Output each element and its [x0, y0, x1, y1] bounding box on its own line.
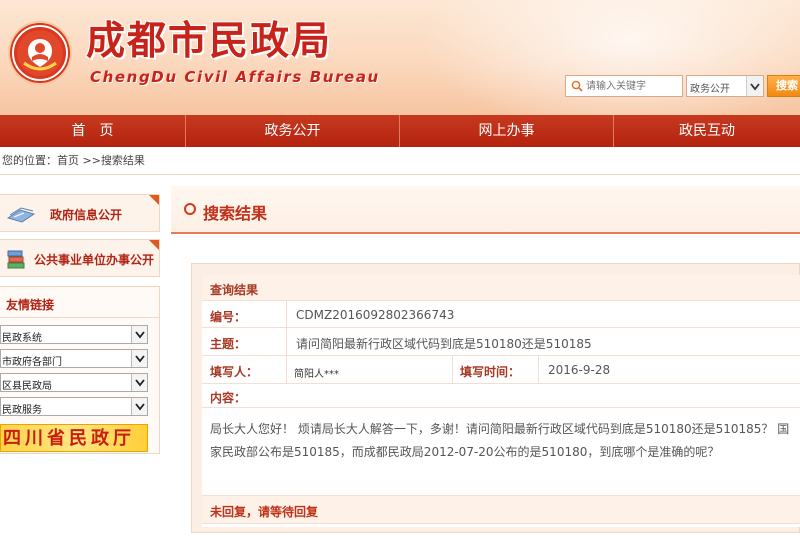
table-row: 编号： CDMZ2016092802366743 — [202, 301, 800, 328]
table-row: 填写人： 简阳人*** 填写时间： 2016-9-28 — [202, 356, 800, 384]
search-button[interactable]: 搜索 — [767, 75, 800, 97]
civil-affairs-emblem-icon — [10, 23, 70, 83]
breadcrumb-home-link[interactable]: 首页 — [57, 154, 79, 167]
nav-item-interaction[interactable]: 政民互动 — [614, 115, 800, 147]
nav-item-online-services[interactable]: 网上办事 — [400, 115, 613, 147]
friend-links-title: 友情链接 — [6, 298, 55, 312]
chevron-down-icon — [131, 326, 147, 343]
subject-label: 主题： — [210, 337, 247, 351]
time-label: 填写时间： — [460, 365, 521, 379]
column-divider — [286, 328, 287, 356]
select-value: 市政府各部门 — [2, 357, 62, 368]
sidebar-item-label: 公共事业单位办事公开 — [34, 253, 155, 267]
select-value: 民政服务 — [2, 405, 42, 416]
table-row: 内容： — [202, 384, 800, 408]
search-input[interactable] — [586, 78, 680, 94]
result-table: 查询结果 编号： CDMZ2016092802366743 主题： 请问简阳最新… — [202, 275, 800, 527]
friend-link-select-city-depts[interactable]: 市政府各部门 — [0, 349, 148, 368]
content-row: 局长大人您好！ 烦请局长大人解答一下，多谢！请问简阳最新行政区域代码到底是510… — [202, 408, 800, 496]
corner-triangle-icon — [149, 195, 159, 205]
site-title[interactable]: 成都市民政局 — [86, 18, 332, 64]
nav-item-home[interactable]: 首 页 — [0, 115, 185, 147]
select-value: 民政系统 — [2, 333, 42, 344]
banner-label: 四川省民政厅 — [3, 428, 135, 449]
main-nav: 首 页 政务公开 网上办事 政民互动 — [0, 115, 800, 147]
divider — [0, 317, 159, 318]
column-divider — [538, 356, 539, 384]
sidebar-item-public-units[interactable]: 公共事业单位办事公开 — [0, 239, 160, 277]
author-label: 填写人： — [210, 365, 259, 379]
select-value: 区县民政局 — [2, 381, 52, 392]
column-divider — [286, 301, 287, 328]
result-header: 查询结果 — [210, 283, 259, 297]
friend-link-select-services[interactable]: 民政服务 — [0, 397, 148, 416]
number-value: CDMZ2016092802366743 — [296, 308, 455, 322]
column-divider — [286, 356, 287, 384]
content-label: 内容： — [210, 391, 247, 405]
time-value: 2016-9-28 — [548, 363, 611, 377]
breadcrumb-separator: >> — [79, 154, 101, 167]
chevron-down-icon — [131, 374, 147, 391]
sidebar-item-label: 政府信息公开 — [50, 208, 123, 222]
chevron-down-icon — [131, 398, 147, 415]
breadcrumb: 您的位置：首页 >>搜索结果 — [0, 147, 800, 175]
book-stack-icon — [7, 250, 25, 269]
search-icon — [571, 80, 583, 92]
friend-link-select-civil[interactable]: 民政系统 — [0, 325, 148, 344]
header-glow — [420, 0, 800, 115]
section-header: 搜索结果 — [171, 186, 800, 234]
breadcrumb-current: 搜索结果 — [100, 154, 145, 167]
search-box[interactable] — [565, 75, 683, 97]
sichuan-civil-affairs-banner[interactable]: 四川省民政厅 — [0, 424, 148, 452]
site-header: 成都市民政局 ChengDu Civil Affairs Bureau 政务公开… — [0, 0, 800, 115]
chevron-down-icon — [131, 350, 147, 367]
sidebar-item-gov-info[interactable]: 政府信息公开 — [0, 194, 160, 232]
table-row: 主题： 请问简阳最新行政区域代码到底是510180还是510185 — [202, 328, 800, 356]
breadcrumb-prefix: 您的位置： — [2, 154, 57, 167]
subject-value: 请问简阳最新行政区域代码到底是510180还是510185 — [296, 337, 592, 351]
site-subtitle: ChengDu Civil Affairs Bureau — [90, 68, 380, 86]
chevron-down-icon — [746, 76, 763, 96]
corner-triangle-icon — [149, 240, 159, 250]
search-scope-select[interactable]: 政务公开 — [686, 75, 764, 97]
documents-icon — [6, 207, 36, 223]
friend-link-select-district[interactable]: 区县民政局 — [0, 373, 148, 392]
result-header-row: 查询结果 — [202, 275, 800, 301]
nav-item-gov-affairs[interactable]: 政务公开 — [186, 115, 399, 147]
circle-bullet-icon — [184, 203, 196, 215]
section-title: 搜索结果 — [203, 204, 268, 223]
column-divider — [452, 356, 453, 384]
reply-status-row: 未回复，请等待回复 — [202, 496, 800, 524]
reply-status: 未回复，请等待回复 — [210, 505, 319, 519]
search-scope-value: 政务公开 — [690, 84, 730, 95]
content-value: 局长大人您好！ 烦请局长大人解答一下，多谢！请问简阳最新行政区域代码到底是510… — [210, 422, 790, 459]
number-label: 编号： — [210, 310, 247, 324]
author-value: 简阳人*** — [294, 369, 339, 380]
